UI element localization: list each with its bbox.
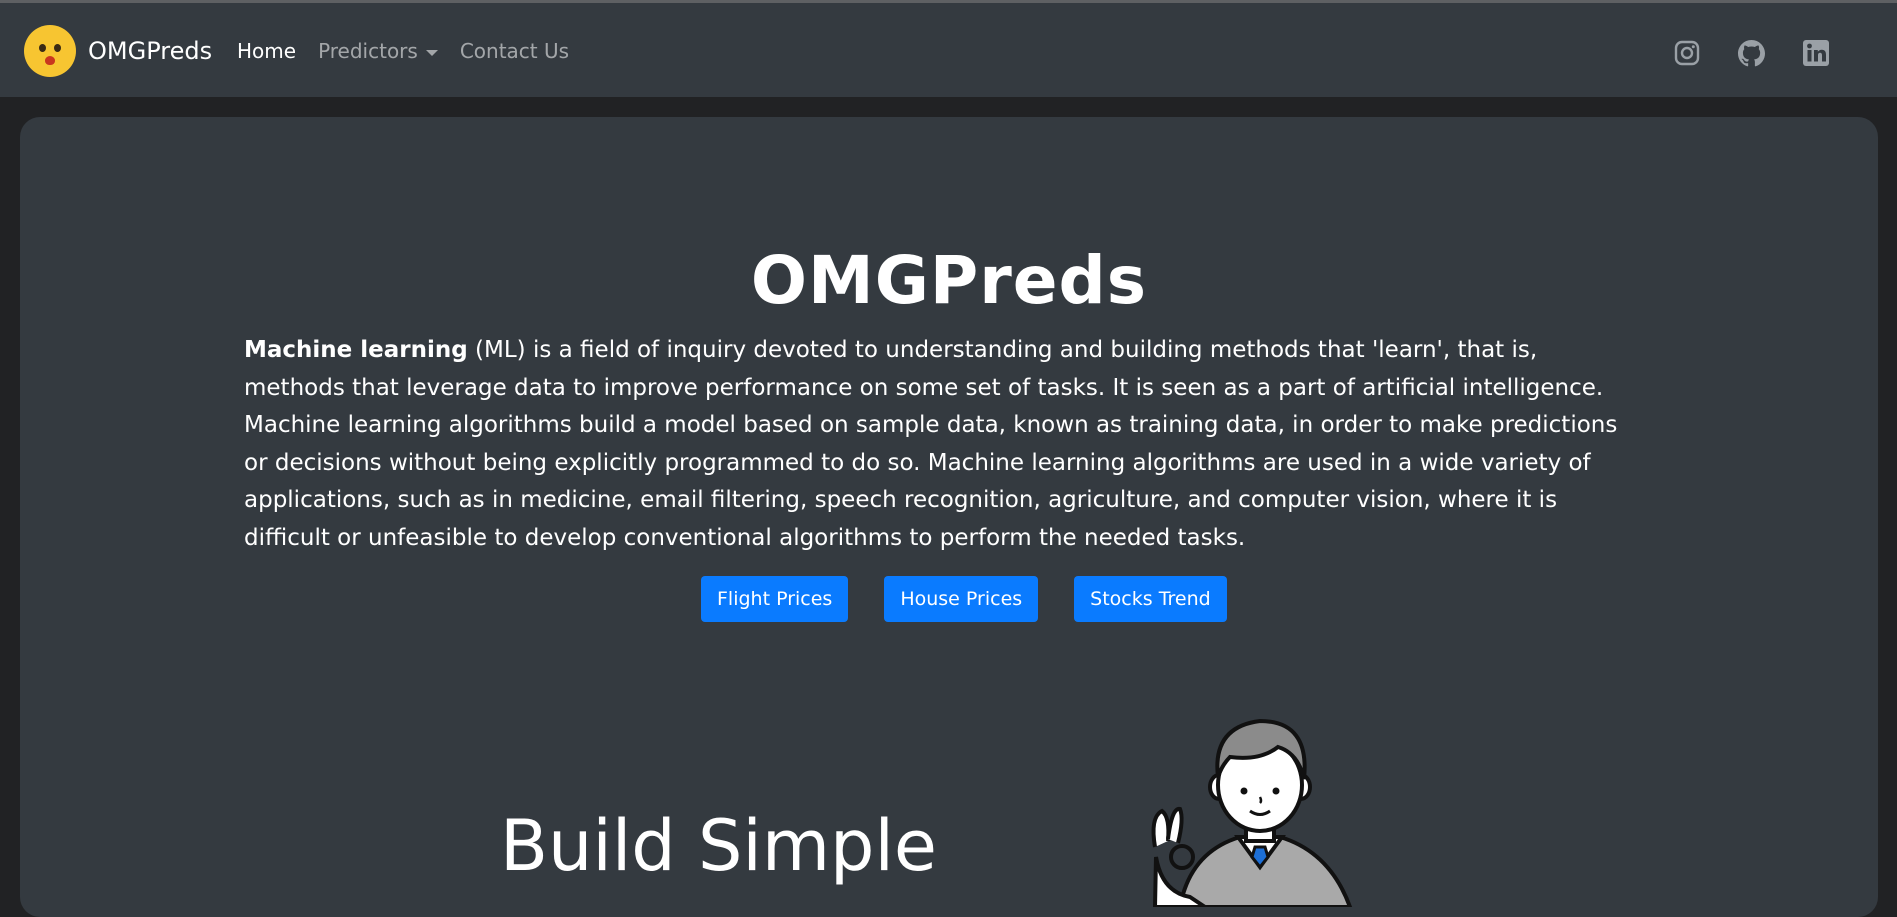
brand[interactable]: OMGPreds (24, 25, 212, 77)
nav-dropdown-predictors[interactable]: Predictors (318, 39, 438, 63)
main-card: OMGPreds Machine learning (ML) is a fiel… (20, 117, 1878, 917)
nav-links: Home Predictors Contact Us (237, 39, 591, 63)
flight-prices-button[interactable]: Flight Prices (701, 576, 849, 622)
instagram-icon[interactable] (1674, 40, 1700, 66)
navbar: OMGPreds Home Predictors Contact Us (0, 3, 1897, 97)
businessman-illustration (1151, 718, 1353, 907)
nav-link-home[interactable]: Home (237, 39, 296, 63)
caret-down-icon (425, 49, 438, 56)
stocks-trend-button[interactable]: Stocks Trend (1074, 576, 1227, 622)
lead-bold-term: Machine learning (244, 337, 468, 363)
nav-link-contact[interactable]: Contact Us (460, 39, 569, 63)
github-icon[interactable] (1738, 40, 1765, 67)
lead-text: (ML) is a field of inquiry devoted to un… (244, 337, 1618, 551)
predictor-buttons: Flight Prices House Prices Stocks Trend (701, 576, 1263, 622)
brand-name: OMGPreds (88, 37, 213, 65)
nav-link-predictors-label: Predictors (318, 39, 418, 63)
hero-title: OMGPreds (750, 242, 1148, 319)
emoji-logo-icon (24, 25, 76, 77)
section-title: Build Simple (500, 805, 937, 887)
linkedin-icon[interactable] (1803, 40, 1829, 66)
hero-lead: Machine learning (ML) is a field of inqu… (244, 332, 1634, 557)
house-prices-button[interactable]: House Prices (884, 576, 1039, 622)
